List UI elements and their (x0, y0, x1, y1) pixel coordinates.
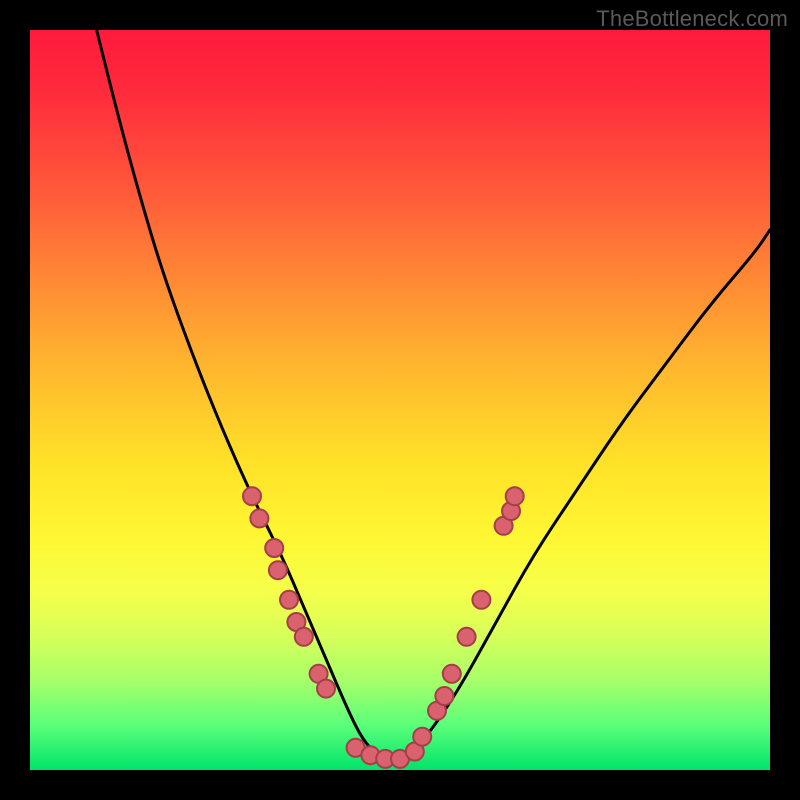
plot-area (30, 30, 770, 770)
outer-frame: TheBottleneck.com (0, 0, 800, 800)
watermark-text: TheBottleneck.com (596, 6, 788, 32)
